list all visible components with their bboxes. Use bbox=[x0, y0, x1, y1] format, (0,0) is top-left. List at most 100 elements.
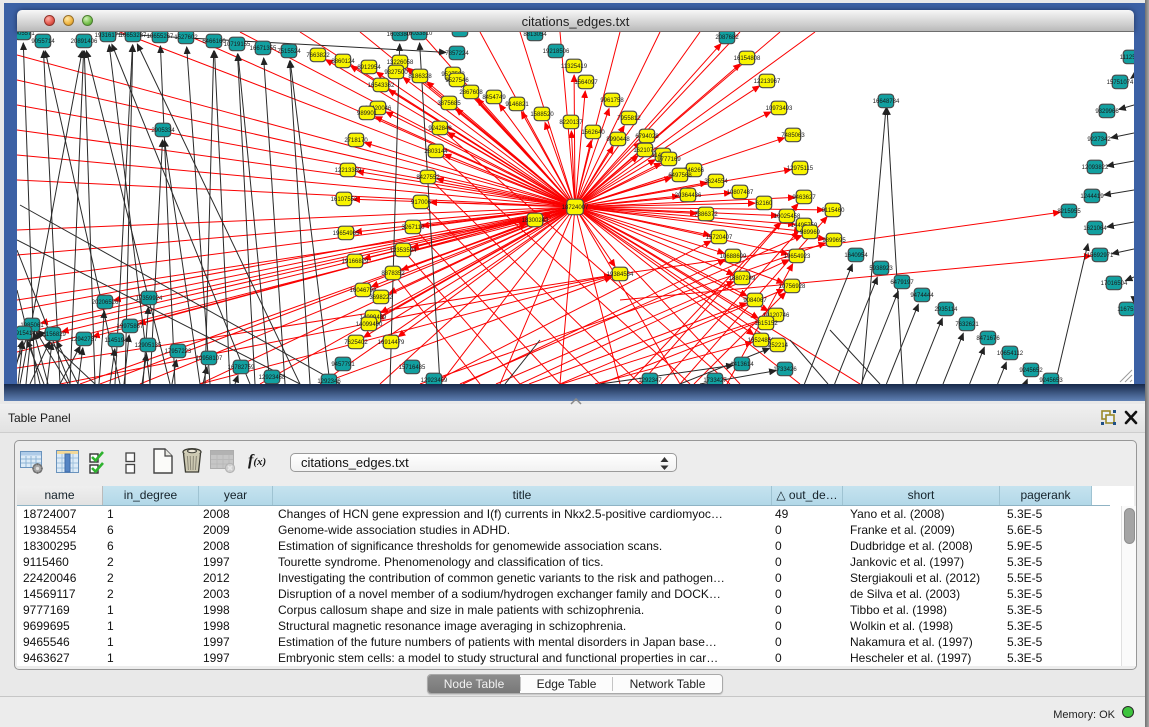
svg-text:1640954: 1640954 bbox=[844, 253, 868, 259]
svg-text:989969: 989969 bbox=[800, 230, 821, 236]
svg-text:8454749: 8454749 bbox=[482, 95, 506, 101]
svg-text:2803144: 2803144 bbox=[424, 149, 448, 155]
svg-text:12905135: 12905135 bbox=[135, 343, 162, 349]
svg-text:9527546: 9527546 bbox=[445, 78, 469, 84]
svg-text:15720407: 15720407 bbox=[706, 235, 733, 241]
svg-text:12213967: 12213967 bbox=[754, 79, 781, 85]
svg-text:1588520: 1588520 bbox=[530, 112, 554, 118]
svg-text:989901: 989901 bbox=[357, 111, 378, 117]
svg-text:116753: 116753 bbox=[1117, 307, 1134, 313]
svg-text:9227342: 9227342 bbox=[1087, 137, 1111, 143]
svg-text:19218506: 19218506 bbox=[543, 49, 570, 55]
svg-text:9961758: 9961758 bbox=[600, 98, 624, 104]
svg-text:9474444: 9474444 bbox=[910, 293, 934, 299]
svg-text:3698222: 3698222 bbox=[369, 295, 393, 301]
svg-text:7386372: 7386372 bbox=[694, 212, 718, 218]
svg-text:10688609: 10688609 bbox=[720, 254, 747, 260]
svg-text:1905571: 1905571 bbox=[17, 32, 35, 37]
svg-text:7663822: 7663822 bbox=[306, 53, 330, 59]
svg-text:11325419: 11325419 bbox=[561, 64, 588, 70]
svg-text:2718170: 2718170 bbox=[344, 138, 368, 144]
svg-text:1615152: 1615152 bbox=[754, 321, 778, 327]
svg-text:6479197: 6479197 bbox=[890, 280, 914, 286]
svg-text:16154808: 16154808 bbox=[734, 56, 761, 62]
svg-text:8878352: 8878352 bbox=[381, 271, 405, 277]
svg-text:7857224: 7857224 bbox=[445, 51, 469, 57]
svg-text:9899695: 9899695 bbox=[822, 238, 846, 244]
svg-text:8186328: 8186328 bbox=[408, 74, 432, 80]
svg-text:1733426: 1733426 bbox=[773, 367, 797, 373]
svg-text:12923469: 12923469 bbox=[421, 378, 448, 384]
svg-text:1621064: 1621064 bbox=[1083, 226, 1107, 232]
svg-text:15692971: 15692971 bbox=[1087, 253, 1114, 259]
svg-text:18807249: 18807249 bbox=[729, 276, 756, 282]
svg-text:11156829: 11156829 bbox=[40, 332, 66, 338]
svg-text:1112549: 1112549 bbox=[1120, 55, 1134, 61]
svg-text:20891406: 20891406 bbox=[71, 39, 98, 45]
svg-text:7515524: 7515524 bbox=[277, 49, 301, 55]
svg-text:19975867: 19975867 bbox=[117, 324, 144, 330]
svg-text:10958107: 10958107 bbox=[196, 356, 223, 362]
svg-text:2087682: 2087682 bbox=[715, 35, 739, 41]
svg-text:15716485: 15716485 bbox=[399, 365, 426, 371]
svg-text:10756928: 10756928 bbox=[779, 284, 806, 290]
svg-text:12923468: 12923468 bbox=[259, 375, 286, 381]
svg-text:8990448: 8990448 bbox=[606, 137, 630, 143]
svg-text:1733427: 1733427 bbox=[703, 378, 727, 384]
svg-text:17016504: 17016504 bbox=[1101, 281, 1128, 287]
svg-text:1292347: 1292347 bbox=[638, 378, 662, 384]
svg-text:10719155: 10719155 bbox=[224, 42, 251, 48]
svg-text:8215955: 8215955 bbox=[1057, 209, 1081, 215]
svg-text:3624554: 3624554 bbox=[704, 179, 728, 185]
svg-text:12975115: 12975115 bbox=[787, 166, 814, 172]
svg-text:10653287: 10653287 bbox=[120, 33, 147, 39]
svg-text:9084067: 9084067 bbox=[743, 298, 767, 304]
svg-text:9329966: 9329966 bbox=[1095, 109, 1119, 115]
svg-text:8860124: 8860124 bbox=[331, 59, 355, 65]
svg-text:3267110: 3267110 bbox=[402, 225, 426, 231]
svg-text:9242848: 9242848 bbox=[428, 126, 452, 132]
svg-text:20364436: 20364436 bbox=[675, 193, 702, 199]
svg-text:18300243: 18300243 bbox=[522, 218, 549, 224]
svg-text:19654923: 19654923 bbox=[784, 254, 811, 260]
svg-text:19654965: 19654965 bbox=[333, 231, 360, 237]
svg-text:17957223: 17957223 bbox=[165, 349, 192, 355]
svg-text:16782759: 16782759 bbox=[228, 365, 255, 371]
svg-text:1145194: 1145194 bbox=[105, 338, 129, 344]
svg-text:9463627: 9463627 bbox=[792, 195, 816, 201]
svg-text:16671355: 16671355 bbox=[250, 46, 277, 52]
svg-text:8471676: 8471676 bbox=[976, 336, 1000, 342]
svg-text:62160: 62160 bbox=[756, 201, 773, 207]
svg-text:10807487: 10807487 bbox=[727, 190, 754, 196]
svg-text:19384554: 19384554 bbox=[607, 272, 634, 278]
svg-text:19316171: 19316171 bbox=[95, 33, 122, 39]
svg-text:12213389: 12213389 bbox=[335, 168, 362, 174]
svg-text:9245653: 9245653 bbox=[1039, 378, 1063, 384]
svg-text:2905334: 2905334 bbox=[151, 128, 175, 134]
svg-text:8427552: 8427552 bbox=[416, 175, 440, 181]
svg-text:7485063: 7485063 bbox=[781, 133, 805, 139]
svg-text:7625402: 7625402 bbox=[344, 340, 368, 346]
svg-text:16107552: 16107552 bbox=[331, 197, 358, 203]
svg-text:917006: 917006 bbox=[411, 200, 432, 206]
svg-text:6794028: 6794028 bbox=[635, 134, 659, 140]
svg-text:14099490: 14099490 bbox=[356, 322, 383, 328]
svg-text:17359924: 17359924 bbox=[136, 296, 163, 302]
svg-text:8813054: 8813054 bbox=[523, 32, 547, 38]
svg-text:1244419: 1244419 bbox=[1080, 194, 1104, 200]
svg-text:19166829: 19166829 bbox=[342, 259, 369, 265]
svg-text:1413614: 1413614 bbox=[730, 362, 754, 368]
svg-text:3875685: 3875685 bbox=[437, 101, 461, 107]
svg-text:8220137: 8220137 bbox=[559, 120, 583, 126]
svg-text:9055714: 9055714 bbox=[31, 39, 55, 45]
svg-text:12093822: 12093822 bbox=[1082, 165, 1109, 171]
svg-text:12353594: 12353594 bbox=[390, 248, 417, 254]
svg-text:12942737: 12942737 bbox=[71, 337, 98, 343]
svg-text:10973493: 10973493 bbox=[766, 106, 793, 112]
svg-text:1527602: 1527602 bbox=[174, 35, 198, 41]
svg-text:8912954: 8912954 bbox=[357, 65, 381, 71]
svg-text:9777169: 9777169 bbox=[657, 157, 681, 163]
svg-text:252214: 252214 bbox=[768, 343, 789, 349]
svg-text:5938923: 5938923 bbox=[869, 266, 893, 272]
svg-text:7955812: 7955812 bbox=[617, 116, 641, 122]
